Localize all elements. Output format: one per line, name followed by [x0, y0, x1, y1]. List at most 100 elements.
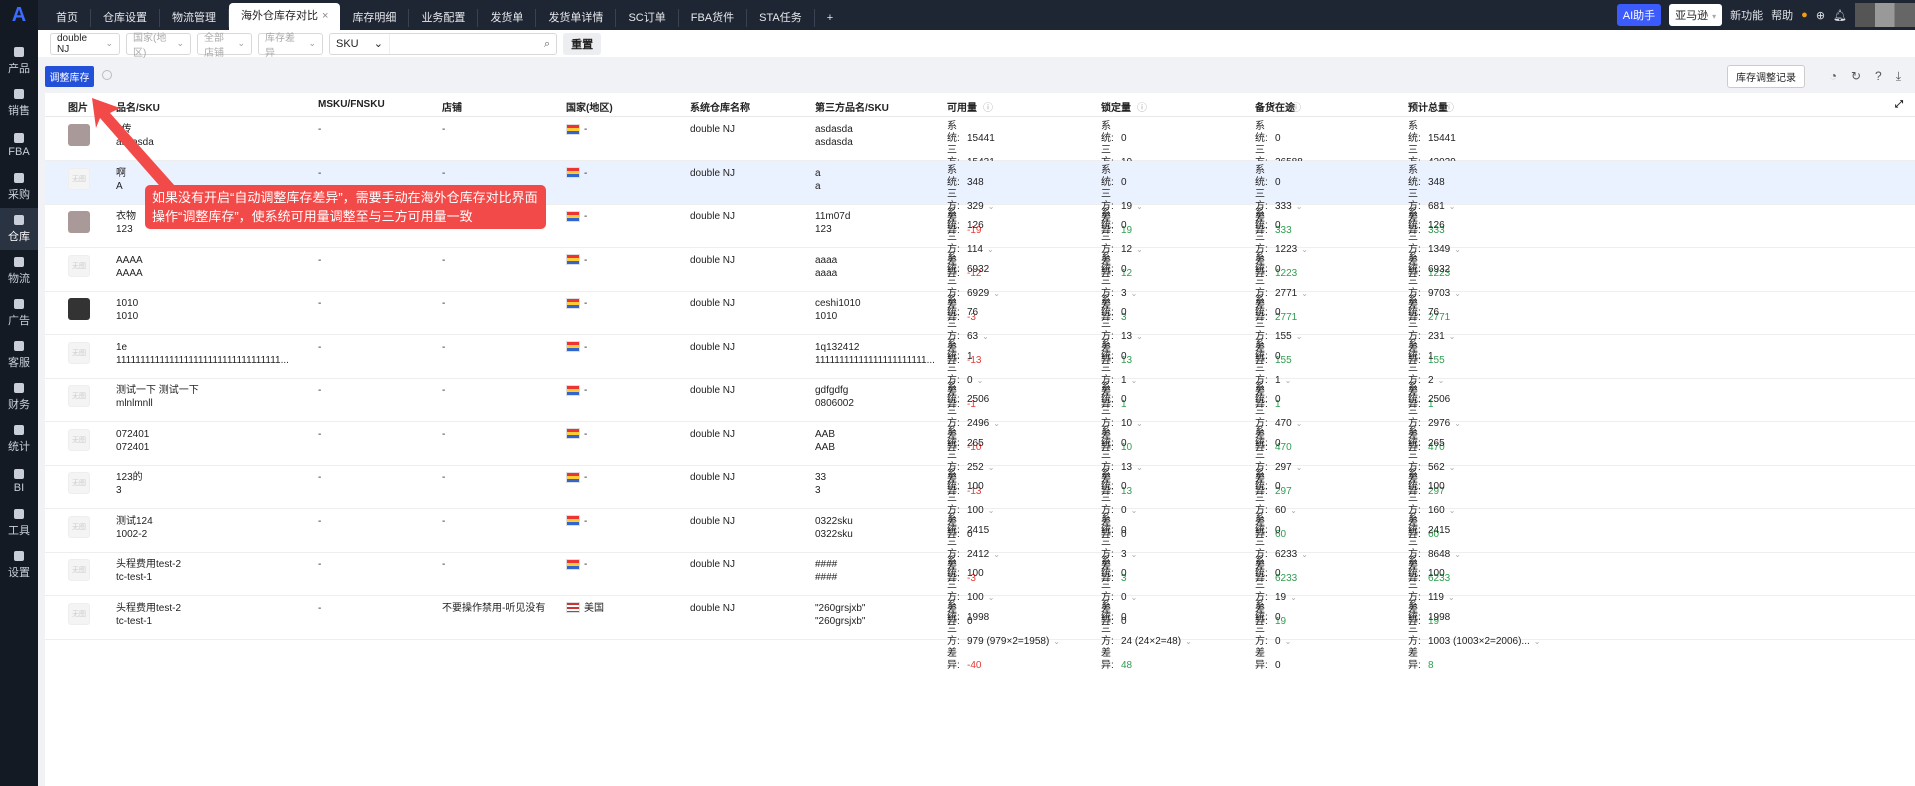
table-row[interactable]: 无图 1e 1111111111111111111111111111111111..… — [45, 335, 1915, 410]
sidebar-item-9[interactable]: 统计 — [0, 418, 38, 460]
add-tab-button[interactable]: + — [815, 9, 845, 27]
column-header: 可用量 — [947, 103, 977, 114]
tab-label: SC订单 — [628, 12, 666, 24]
adjust-inventory-button[interactable]: 调整库存 — [45, 66, 94, 87]
tab-4[interactable]: 库存明细 — [340, 9, 410, 27]
third-party-name: AAB — [815, 428, 836, 440]
sidebar-item-7[interactable]: 客服 — [0, 334, 38, 376]
quantity-value: 15441 — [1428, 133, 1456, 144]
third-party-name: asdasda — [815, 124, 853, 135]
sku-input[interactable] — [390, 33, 538, 54]
support-icon[interactable]: ● — [1801, 9, 1808, 21]
table-row[interactable]: 无图 123的 3- - - double NJ 33 3 系统: 100 三方: 100 ⌄ 差异: 0 系… — [45, 465, 1915, 540]
chevron-down-icon: ⌄ — [308, 38, 316, 48]
marketplace-select[interactable]: 亚马逊 ▾ — [1669, 4, 1723, 26]
sidebar-item-2[interactable]: FBA — [0, 124, 38, 166]
product-image: 无图 — [68, 341, 90, 364]
sidebar-item-5[interactable]: 物流 — [0, 250, 38, 292]
tab-5[interactable]: 业务配置 — [409, 9, 479, 27]
help-icon[interactable]: ? — [1875, 69, 1882, 84]
msku: - — [318, 385, 322, 396]
quantity-value: 2506 — [967, 394, 990, 405]
sidebar-item-3[interactable]: 采购 — [0, 166, 38, 208]
country: 美国 — [566, 602, 604, 615]
avatar[interactable] — [1855, 3, 1915, 27]
sidebar-item-1[interactable]: 销售 — [0, 82, 38, 124]
quantity-value: 0 — [1275, 611, 1281, 623]
tab-6[interactable]: 发货单 — [478, 9, 537, 27]
refresh-icon[interactable]: ↻ — [1851, 69, 1861, 84]
sku-type-select[interactable]: SKU ⌄ — [330, 33, 390, 54]
country: - — [566, 471, 587, 484]
chevron-down-icon[interactable]: ⌄ — [1285, 637, 1292, 646]
table-row[interactable]: 无图 测试124 1002-2 - - - double NJ 0322sku 0322sku 系… — [45, 509, 1915, 584]
sidebar-item-0[interactable]: 产品 — [0, 40, 38, 82]
tab-9[interactable]: FBA货件 — [679, 9, 748, 27]
tab-8[interactable]: SC订单 — [616, 9, 679, 27]
export-icon[interactable]: ⤓ — [1896, 69, 1901, 84]
bell-icon[interactable]: 🔔︎ — [1833, 9, 1847, 22]
history-icon[interactable]: ◔ — [1830, 69, 1837, 84]
table-row[interactable]: 无图 头程费用test-2 tc-test-1 - 不要操作禁用-听见没有 美国 doubl… — [45, 596, 1915, 671]
info-icon[interactable] — [102, 70, 112, 80]
menu-icon — [14, 172, 24, 183]
product-image — [68, 124, 90, 146]
menu-icon — [14, 214, 24, 225]
shop-select[interactable]: 全部店铺 ⌄ — [197, 32, 252, 59]
table-row[interactable]: 无图 测试一下 测试一下 mlnlmnll - - - double NJ gdfgdfg 08… — [45, 378, 1915, 453]
warehouse-select[interactable]: double NJ ⌄ — [50, 32, 120, 55]
chevron-down-icon[interactable]: ⌄ — [1534, 637, 1541, 646]
third-party-sku: a — [815, 180, 821, 192]
quantity-line-sys: 系统: 265 — [1408, 426, 1455, 450]
sku-type-value: SKU — [336, 37, 359, 50]
table-row[interactable]: 无图 头程费用test-2 tc-test-1- - - double NJ #### ###… — [45, 552, 1915, 627]
reset-button[interactable]: 重置 — [563, 32, 602, 55]
country-select[interactable]: 国家(地区) ⌄ — [126, 32, 191, 59]
download-icon[interactable]: ⊕ — [1816, 9, 1825, 22]
quantity-label: 系统: — [1408, 251, 1421, 275]
ai-assistant-button[interactable]: AI助手 — [1616, 4, 1662, 26]
quantity-line-sys: 系统: 6932 — [947, 252, 1000, 276]
sidebar-item-label: 设置 — [8, 566, 30, 579]
expand-icon[interactable]: ⤢ — [1895, 99, 1903, 110]
table-row[interactable]: 无图 072401 072401- - - double NJ AAB AAB 系统: 265 三方… — [45, 422, 1915, 497]
diff-select[interactable]: 库存差异 ⌄ — [258, 32, 323, 59]
close-icon[interactable]: × — [322, 10, 328, 22]
product-name-sku: 1010 1010 — [116, 297, 138, 323]
sidebar-item-12[interactable]: 设置 — [0, 544, 38, 586]
quantity-line-sys: 系统: 348 — [947, 165, 994, 189]
tab-0[interactable]: 首页 — [44, 9, 91, 27]
tab-1[interactable]: 仓库设置 — [91, 9, 160, 27]
table-row[interactable]: 无图 AAAA AAAA - - - double NJ aaaa aaaa 系统: 6932 三方:… — [45, 248, 1915, 323]
quantity-label: 三方: — [1101, 623, 1114, 647]
adjust-records-button[interactable]: 库存调整记录 — [1727, 65, 1805, 88]
sidebar-item-label: 物流 — [8, 272, 30, 285]
third-party-name-sku: asdasda asdasda — [815, 123, 853, 149]
help-link[interactable]: 帮助 — [1771, 7, 1793, 23]
column-header: 备货在途 — [1255, 103, 1295, 114]
tab-7[interactable]: 发货单详情 — [536, 9, 617, 27]
table-row[interactable]: 1010 1010- - - double NJ ceshi1010 1010 系统: 76 三方… — [45, 291, 1915, 366]
tab-3[interactable]: 海外仓库存对比 × — [229, 3, 341, 30]
chevron-down-icon[interactable]: ⌄ — [1053, 637, 1060, 646]
tab-2[interactable]: 物流管理 — [160, 9, 229, 27]
sidebar-item-11[interactable]: 工具 — [0, 502, 38, 544]
sidebar-item-10[interactable]: BI — [0, 460, 38, 502]
search-icon[interactable]: ⌕ — [538, 34, 556, 54]
sidebar-item-6[interactable]: 广告 — [0, 292, 38, 334]
quantity-label: 系统: — [1408, 338, 1421, 362]
third-party-name-sku: "260grsjxb" "260grsjxb" — [815, 602, 865, 628]
chevron-down-icon[interactable]: ⌄ — [1185, 637, 1192, 646]
tab-10[interactable]: STA任务 — [747, 9, 815, 27]
sidebar-item-4[interactable]: 仓库 — [0, 208, 38, 250]
product-image: 无图 — [68, 602, 90, 625]
quantity-line-sys: 系统: 2415 — [1408, 513, 1461, 537]
quantity-line-sys: 系统: 0 — [1101, 339, 1137, 363]
column-header: 锁定量 — [1101, 103, 1131, 114]
flag-icon — [566, 297, 580, 309]
msku: - — [318, 602, 322, 614]
new-feature-link[interactable]: 新功能 — [1730, 7, 1763, 23]
sidebar-item-8[interactable]: 财务 — [0, 376, 38, 418]
quantity-value: 1003 (1003×2=2006)... — [1428, 635, 1530, 647]
table-row[interactable]: u传 asdasda - - - double NJ asdasda asdasda 系统: 15… — [45, 117, 1915, 192]
